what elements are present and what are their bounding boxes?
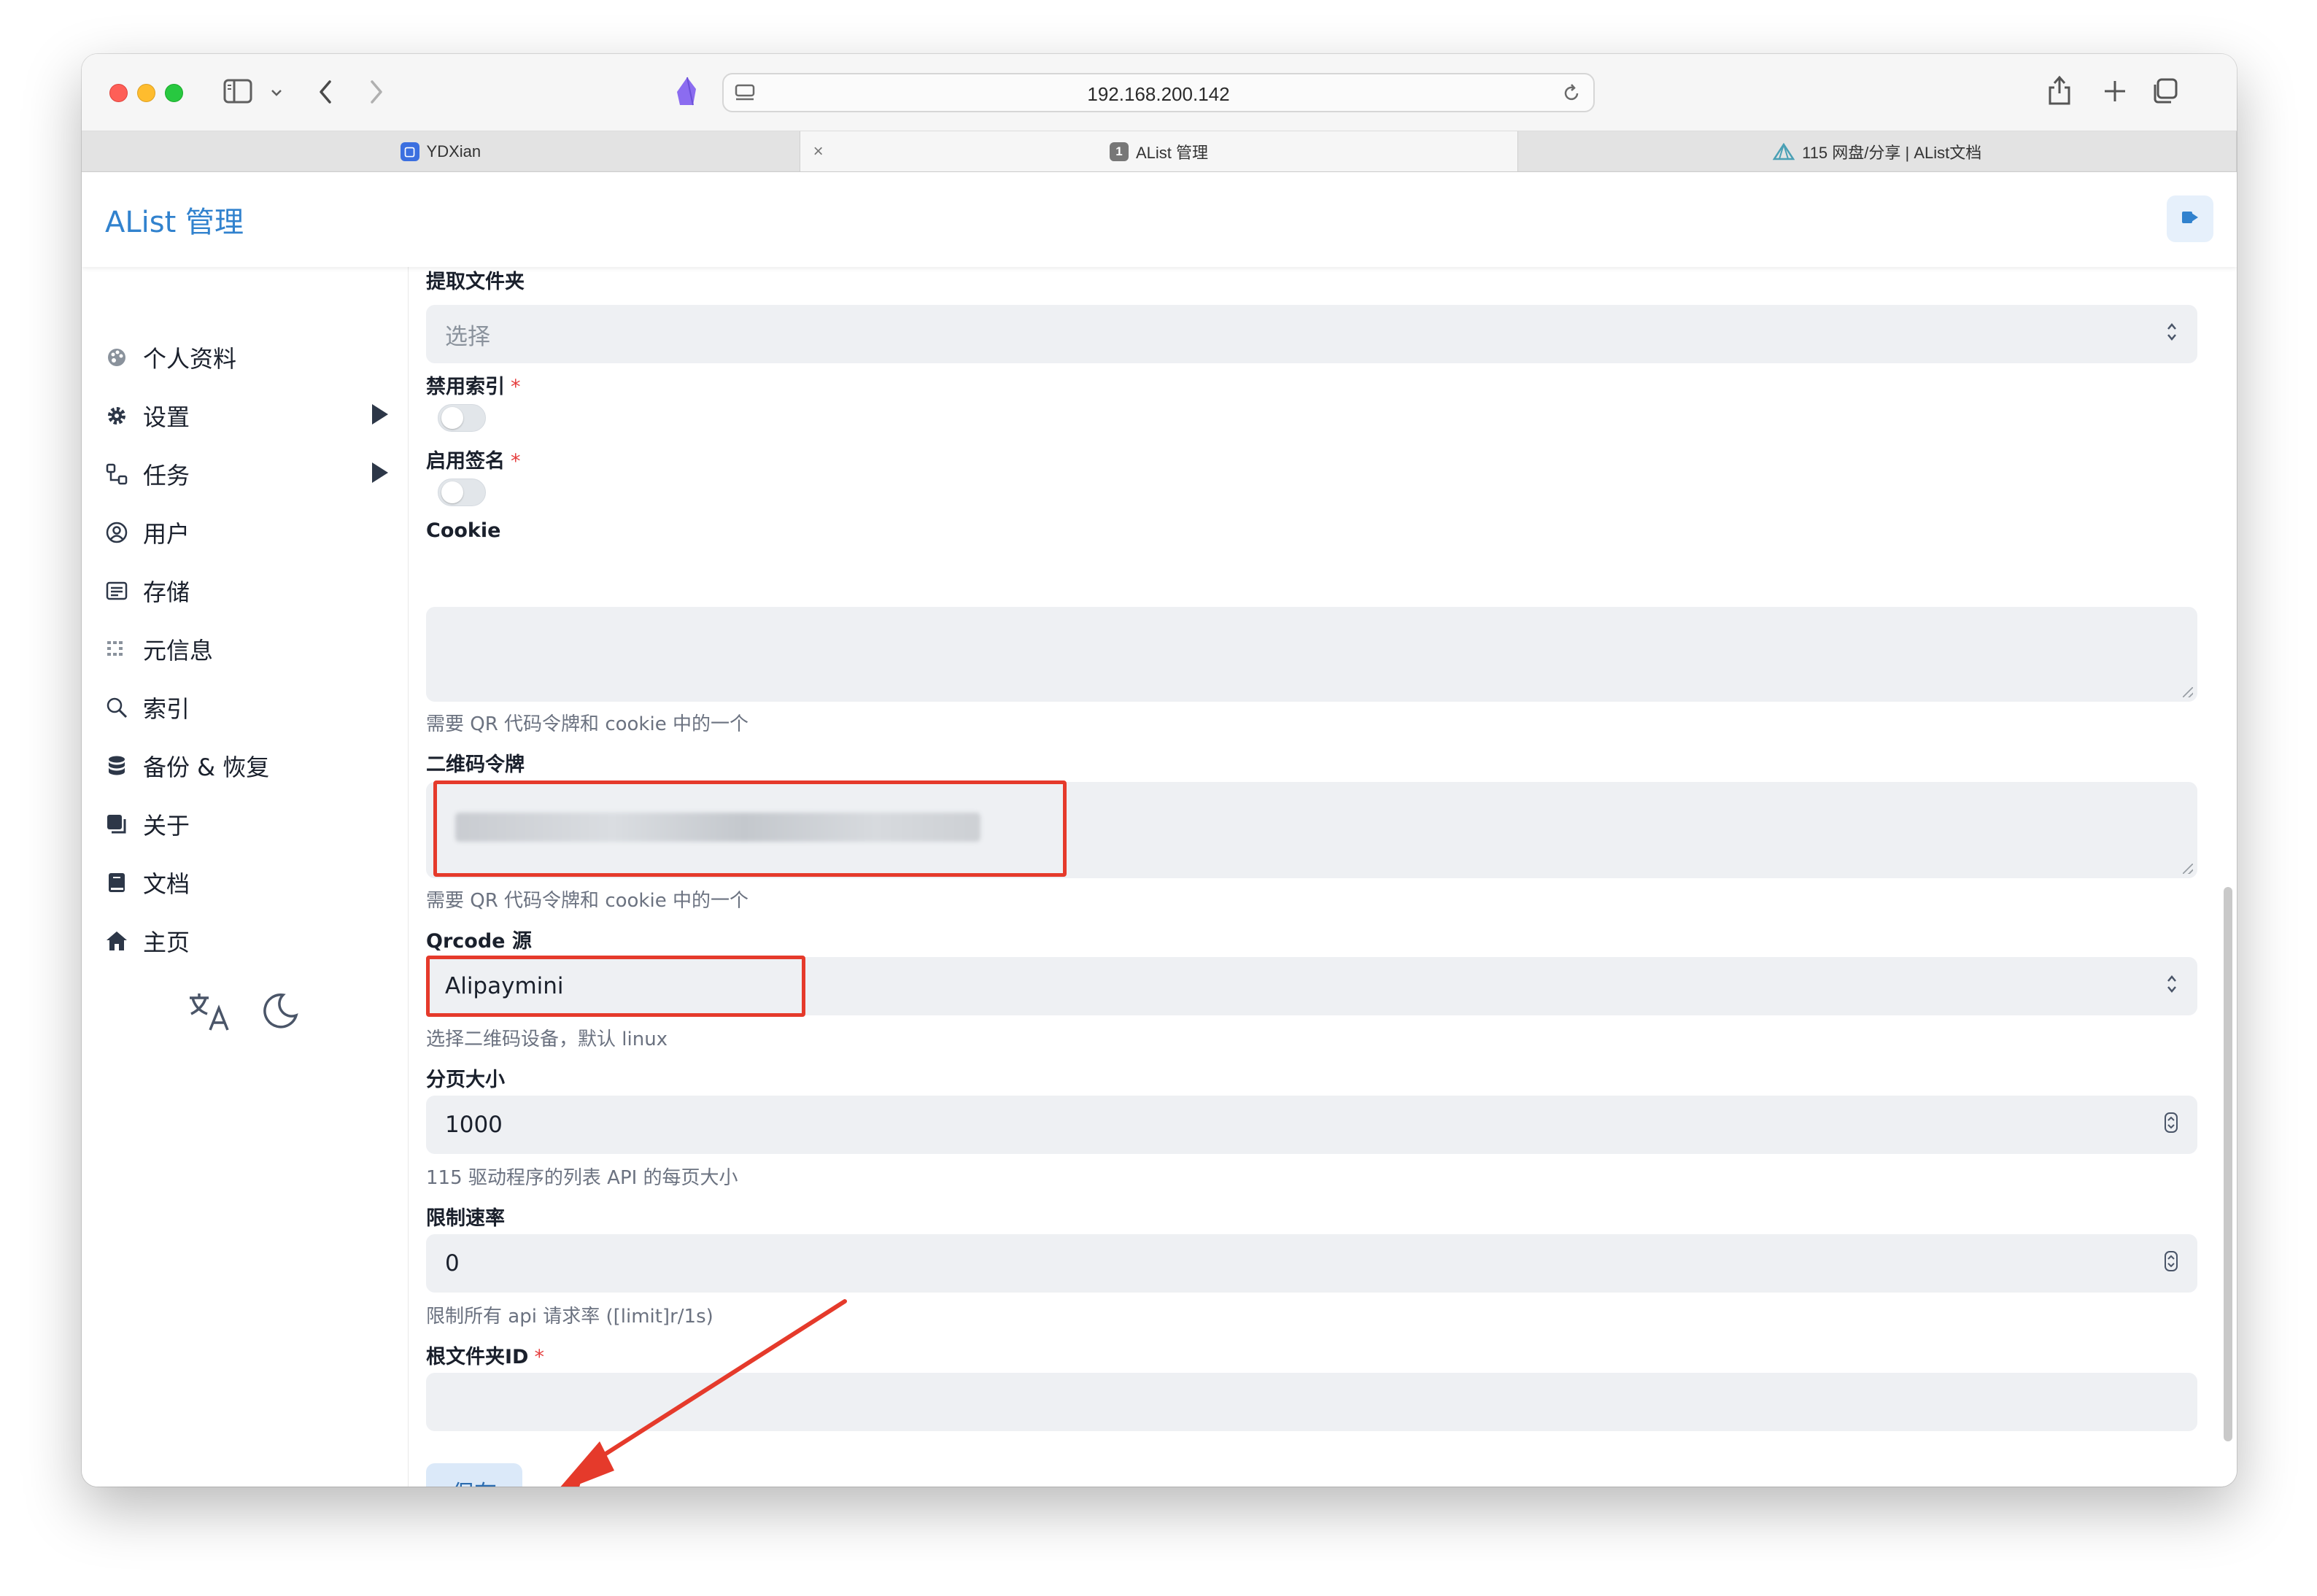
- sidebar-footer: [187, 991, 301, 1036]
- close-tab-icon[interactable]: ×: [813, 142, 824, 162]
- share-icon[interactable]: [2047, 74, 2072, 109]
- sidebar-item-users[interactable]: 用户: [104, 511, 388, 554]
- select-chevron-icon: [2165, 973, 2178, 999]
- sidebar-item-home[interactable]: 主页: [104, 919, 388, 963]
- tab-bar: ▢ YDXian × 1 AList 管理 115 网盘/分享 | AList文…: [82, 131, 2237, 172]
- storage-icon: [104, 578, 130, 604]
- sidebar-item-metadata[interactable]: 元信息: [104, 627, 388, 671]
- app-square-icon: ▢: [400, 142, 419, 161]
- forward-icon[interactable]: [368, 79, 385, 108]
- close-window-button[interactable]: [109, 84, 128, 102]
- expand-arrow-icon[interactable]: [372, 462, 388, 483]
- sidebar-item-settings[interactable]: 设置: [104, 394, 388, 438]
- logout-button[interactable]: [2167, 195, 2213, 242]
- scrollbar[interactable]: [2224, 887, 2232, 1441]
- search-icon: [104, 694, 130, 721]
- tab-alist-admin[interactable]: × 1 AList 管理: [800, 131, 1519, 171]
- new-tab-icon[interactable]: [2103, 79, 2127, 106]
- sidebar-item-label: 任务: [143, 462, 190, 489]
- digit-one-icon: 1: [1109, 142, 1129, 161]
- dark-mode-moon-icon[interactable]: [261, 991, 301, 1036]
- sidebar-item-label: 索引: [143, 695, 190, 723]
- app-header: AList 管理: [82, 172, 2237, 267]
- gear-icon: [104, 403, 130, 429]
- sidebar-item-tasks[interactable]: 任务: [104, 452, 388, 496]
- app-title[interactable]: AList 管理: [105, 198, 244, 241]
- browser-window: 192.168.200.142 ▢ YDXian × 1 AList 管理 11…: [82, 54, 2237, 1487]
- arrow-annotation: [560, 1299, 847, 1487]
- sidebar-toggle-icon[interactable]: [223, 79, 252, 106]
- sidebar-item-label: 元信息: [143, 637, 214, 665]
- sidebar-item-label: 文档: [143, 870, 190, 898]
- tab-ydxian[interactable]: ▢ YDXian: [82, 131, 800, 171]
- sidebar-item-profile[interactable]: 个人资料: [104, 336, 388, 379]
- sidebar-item-label: 个人资料: [143, 345, 237, 373]
- resize-handle[interactable]: [2183, 864, 2193, 874]
- number-stepper-icon[interactable]: [2164, 1250, 2178, 1276]
- sidebar-item-label: 存储: [143, 578, 190, 606]
- sidebar-item-backup-restore[interactable]: 备份 & 恢复: [104, 744, 388, 788]
- tab-title: 115 网盘/分享 | AList文档: [1802, 143, 1982, 162]
- book-icon: [104, 869, 130, 896]
- sidebar-item-storage[interactable]: 存储: [104, 569, 388, 613]
- metadata-icon: [104, 636, 130, 662]
- minimize-window-button[interactable]: [137, 84, 155, 102]
- browser-titlebar: 192.168.200.142: [82, 54, 2237, 131]
- user-circle-icon: [104, 519, 130, 546]
- select-chevron-icon: [2165, 321, 2178, 346]
- sidebar-item-label: 主页: [143, 929, 190, 956]
- resize-handle[interactable]: [2183, 687, 2193, 697]
- chevron-down-icon[interactable]: [270, 86, 283, 100]
- address-text: 192.168.200.142: [1087, 83, 1230, 105]
- zoom-window-button[interactable]: [165, 84, 183, 102]
- tab-title: YDXian: [426, 142, 481, 160]
- database-icon: [104, 753, 130, 779]
- logout-icon: [2181, 209, 2200, 228]
- storage-edit-form: 提取文件夹 选择 禁用索引 * 启用签名 * Cookie 需要 QR 代码令牌和 …: [409, 267, 2237, 1487]
- sidebar: 个人资料 设置 任务 用户 存储 元信息 索引 备份 & 恢复 关于 文档 主页: [82, 267, 409, 1487]
- translate-icon[interactable]: [187, 991, 231, 1036]
- sidebar-item-label: 关于: [143, 812, 190, 840]
- reload-icon[interactable]: [1561, 83, 1582, 106]
- expand-arrow-icon[interactable]: [372, 404, 388, 425]
- tab-overview-icon[interactable]: [2151, 77, 2178, 108]
- sidebar-item-label: 用户: [143, 520, 190, 548]
- sidebar-item-index[interactable]: 索引: [104, 686, 388, 729]
- sidebar-item-docs[interactable]: 文档: [104, 861, 388, 904]
- number-stepper-icon[interactable]: [2164, 1112, 2178, 1137]
- sidebar-item-label: 设置: [143, 403, 190, 431]
- sidebar-item-label: 备份 & 恢复: [143, 754, 270, 781]
- address-bar[interactable]: 192.168.200.142: [722, 73, 1595, 112]
- extension-icon[interactable]: [674, 76, 700, 111]
- tab-title: AList 管理: [1135, 143, 1209, 162]
- tab-alist-docs[interactable]: 115 网盘/分享 | AList文档: [1518, 131, 2237, 171]
- copy-icon: [104, 811, 130, 837]
- back-icon[interactable]: [317, 79, 334, 108]
- alist-logo-icon: [1773, 142, 1795, 160]
- tasks-icon: [104, 461, 130, 487]
- palette-icon: [104, 344, 130, 371]
- home-icon: [104, 928, 130, 954]
- sidebar-item-about[interactable]: 关于: [104, 802, 388, 846]
